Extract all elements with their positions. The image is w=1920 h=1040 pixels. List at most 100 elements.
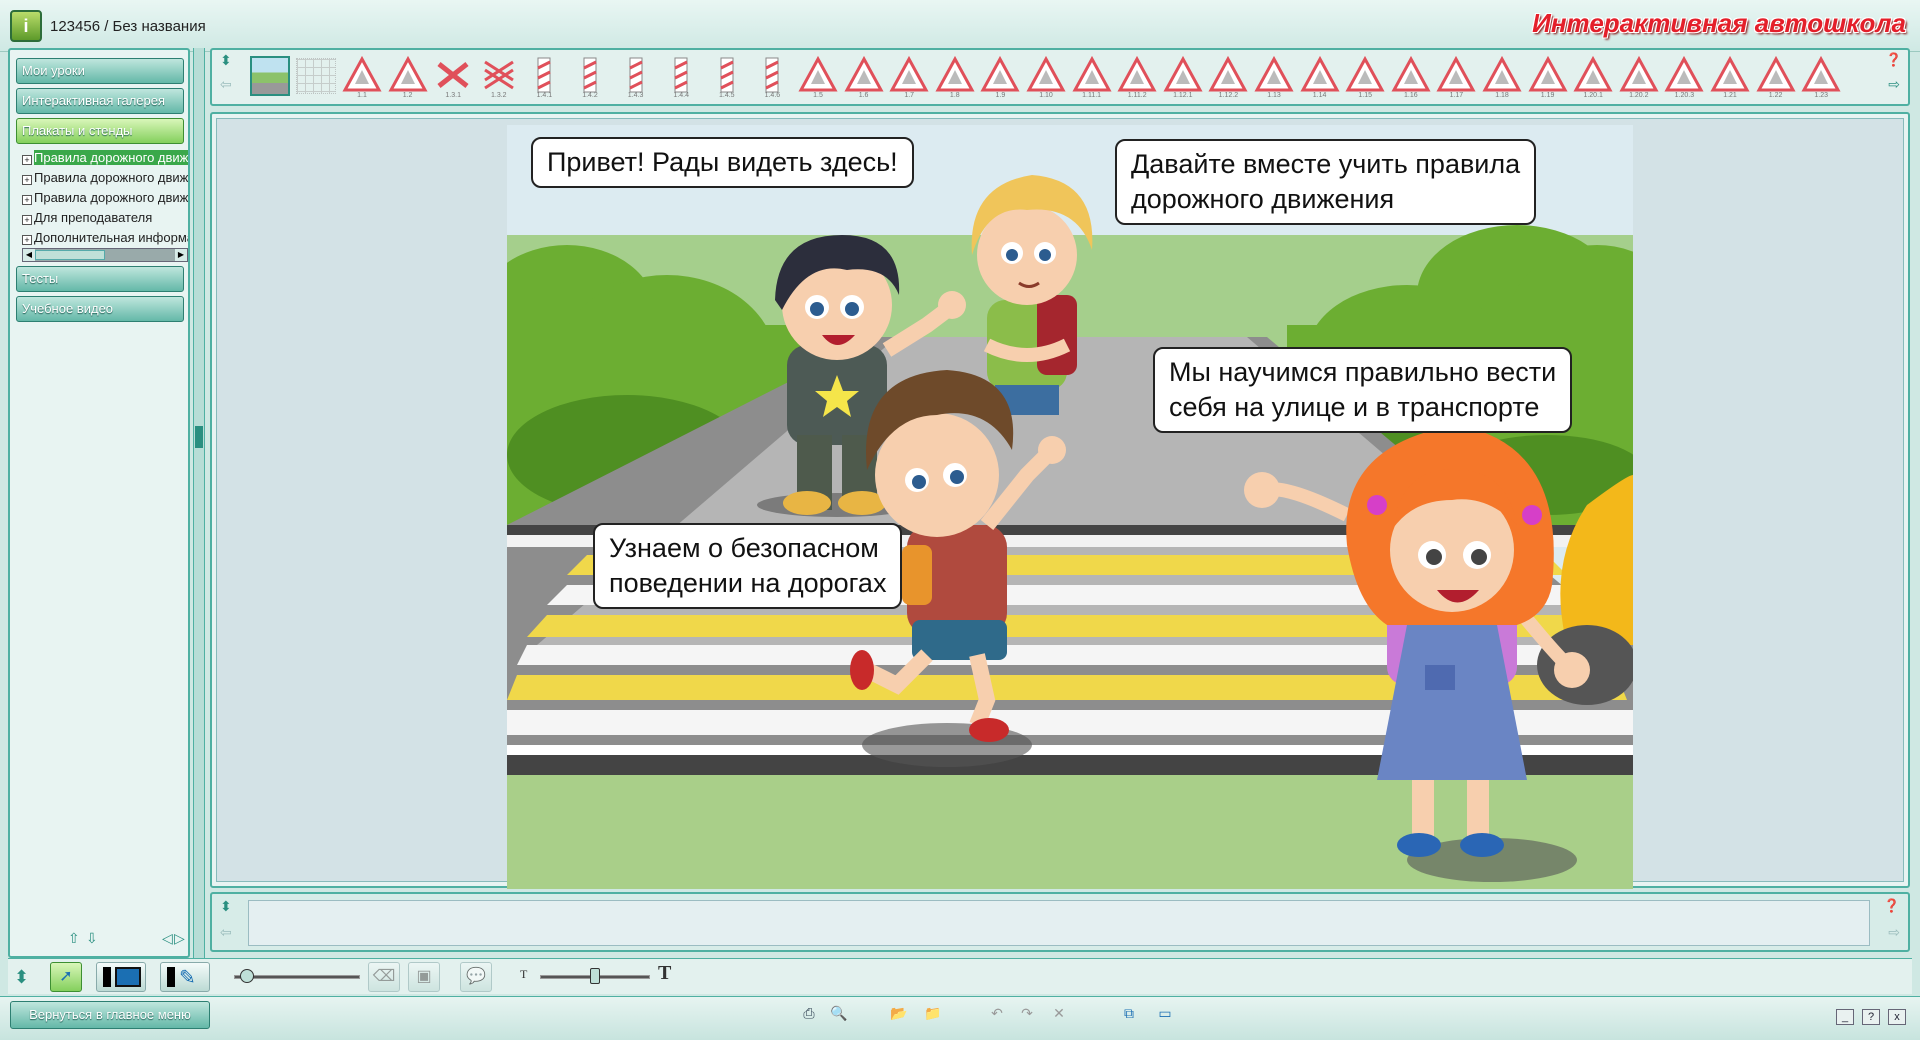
clear-button[interactable]: ▣ xyxy=(408,962,440,992)
color-fill-button[interactable] xyxy=(96,962,146,992)
eraser-button[interactable]: ⌫ xyxy=(368,962,400,992)
pointer-tool-button[interactable]: ➚ xyxy=(50,962,82,992)
warning-sign-1-11-2[interactable]: 1.11.2 xyxy=(1117,55,1157,100)
undo-icon[interactable]: ↶ xyxy=(988,1005,1006,1021)
sign-icon xyxy=(1528,55,1568,92)
warning-sign-1-4-6[interactable]: 1.4.6 xyxy=(752,56,792,100)
warning-sign-1-1[interactable]: 1.1 xyxy=(342,55,382,100)
warning-sign-1-4-2[interactable]: 1.4.2 xyxy=(570,56,610,100)
comment-button[interactable]: 💬 xyxy=(460,962,492,992)
warning-sign-1-16[interactable]: 1.16 xyxy=(1391,55,1431,100)
help-icon[interactable]: ❓ xyxy=(1886,52,1902,68)
minimize-button[interactable]: _ xyxy=(1836,1009,1854,1025)
warning-sign-1-4-1[interactable]: 1.4.1 xyxy=(524,56,564,100)
warning-sign-1-10[interactable]: 1.10 xyxy=(1026,55,1066,100)
scroll-thumb[interactable] xyxy=(35,250,105,260)
scroll-up-down-icon[interactable]: ⬍ xyxy=(220,52,232,69)
redo-icon[interactable]: ↷ xyxy=(1018,1005,1036,1021)
warning-sign-1-20-3[interactable]: 1.20.3 xyxy=(1664,55,1704,100)
help-icon[interactable]: ❓ xyxy=(1884,898,1900,914)
warning-sign-1-12-2[interactable]: 1.12.2 xyxy=(1208,55,1248,100)
menu-posters-button[interactable]: Плакаты и стенды xyxy=(16,118,184,144)
warning-sign-1-12-1[interactable]: 1.12.1 xyxy=(1163,55,1203,100)
save-folder-icon[interactable]: 📁 xyxy=(924,1005,942,1021)
slider-knob[interactable] xyxy=(590,968,600,984)
grid-thumbnail[interactable] xyxy=(296,58,336,94)
arrow-down-icon[interactable]: ⇩ xyxy=(86,930,98,947)
expand-icon[interactable]: + xyxy=(22,195,32,205)
warning-sign-1-3-1[interactable]: 1.3.1 xyxy=(433,56,473,100)
expand-icon[interactable]: + xyxy=(22,215,32,225)
menu-my-lessons-button[interactable]: Мои уроки xyxy=(16,58,184,84)
arrow-up-icon[interactable]: ⇧ xyxy=(68,930,80,947)
print-icon[interactable]: ⎙ xyxy=(800,1005,818,1021)
scroll-left-icon[interactable]: ◀ xyxy=(23,249,35,261)
menu-gallery-button[interactable]: Интерактивная галерея xyxy=(16,88,184,114)
menu-video-button[interactable]: Учебное видео xyxy=(16,296,184,322)
sign-code-label: 1.6 xyxy=(858,92,869,99)
drawing-toolbar: ⬍ ➚ ✎ ⌫ ▣ 💬 T T xyxy=(8,958,1912,994)
tree-horizontal-scrollbar[interactable]: ◀ ▶ xyxy=(22,248,188,262)
scene-thumbnail[interactable] xyxy=(250,56,290,96)
warning-sign-1-21[interactable]: 1.21 xyxy=(1710,55,1750,100)
warning-sign-1-2[interactable]: 1.2 xyxy=(388,55,428,100)
screen-icon[interactable]: ▭ xyxy=(1156,1005,1174,1021)
warning-sign-1-17[interactable]: 1.17 xyxy=(1436,55,1476,100)
warning-sign-1-8[interactable]: 1.8 xyxy=(935,55,975,100)
expand-icon[interactable]: + xyxy=(22,235,32,245)
sign-code-label: 1.8 xyxy=(949,92,960,99)
warning-sign-1-20-2[interactable]: 1.20.2 xyxy=(1619,55,1659,100)
warning-sign-1-13[interactable]: 1.13 xyxy=(1254,55,1294,100)
warning-sign-1-4-5[interactable]: 1.4.5 xyxy=(707,56,747,100)
tree-item[interactable]: +Дополнительная информация xyxy=(22,228,188,248)
scroll-up-down-icon[interactable]: ⬍ xyxy=(220,898,232,915)
warning-sign-1-6[interactable]: 1.6 xyxy=(844,55,884,100)
notes-field[interactable] xyxy=(248,900,1870,946)
warning-sign-1-9[interactable]: 1.9 xyxy=(980,55,1020,100)
warning-sign-1-19[interactable]: 1.19 xyxy=(1528,55,1568,100)
canvas-frame: Привет! Рады видеть здесь! Давайте вмест… xyxy=(210,112,1910,889)
warning-sign-1-20-1[interactable]: 1.20.1 xyxy=(1573,55,1613,100)
back-to-main-menu-button[interactable]: Вернуться в главное меню xyxy=(10,1001,210,1029)
warning-sign-1-4-4[interactable]: 1.4.4 xyxy=(661,56,701,100)
back-arrow-icon[interactable]: ⇦ xyxy=(220,924,232,941)
forward-arrow-icon[interactable]: ⇨ xyxy=(1888,924,1900,941)
warning-sign-1-23[interactable]: 1.23 xyxy=(1801,55,1841,100)
warning-sign-1-14[interactable]: 1.14 xyxy=(1300,55,1340,100)
panel-splitter[interactable] xyxy=(193,48,205,958)
warning-sign-1-11-1[interactable]: 1.11.1 xyxy=(1072,55,1112,100)
close-button[interactable]: x xyxy=(1888,1009,1906,1025)
expand-icon[interactable]: + xyxy=(22,175,32,185)
app-logo-icon[interactable]: i xyxy=(10,10,42,42)
poster-canvas[interactable]: Привет! Рады видеть здесь! Давайте вмест… xyxy=(216,118,1904,889)
tree-item[interactable]: +Правила дорожного движения xyxy=(22,168,188,188)
warning-sign-1-4-3[interactable]: 1.4.3 xyxy=(616,56,656,100)
zoom-icon[interactable]: 🔍 xyxy=(830,1005,848,1021)
sign-icon xyxy=(483,60,514,90)
warning-sign-1-3-2[interactable]: 1.3.2 xyxy=(479,56,519,100)
collapse-handle[interactable] xyxy=(195,426,203,448)
tree-item[interactable]: + Для преподавателя xyxy=(22,208,188,228)
expand-icon[interactable]: + xyxy=(22,155,32,165)
warning-sign-1-22[interactable]: 1.22 xyxy=(1756,55,1796,100)
tree-item[interactable]: +Правила дорожного движения xyxy=(22,188,188,208)
toolbar-toggle-icon[interactable]: ⬍ xyxy=(14,967,29,988)
open-folder-icon[interactable]: 📂 xyxy=(890,1005,908,1021)
warning-sign-1-5[interactable]: 1.5 xyxy=(798,55,838,100)
slider-knob[interactable] xyxy=(240,969,255,983)
tree-item[interactable]: +Правила дорожного движения xyxy=(22,148,188,168)
warning-sign-1-18[interactable]: 1.18 xyxy=(1482,55,1522,100)
forward-arrow-icon[interactable]: ⇨ xyxy=(1888,76,1900,93)
sign-code-label: 1.22 xyxy=(1768,92,1783,99)
scroll-right-icon[interactable]: ▶ xyxy=(175,249,187,261)
delete-icon[interactable]: ✕ xyxy=(1050,1005,1068,1021)
help-button[interactable]: ? xyxy=(1862,1009,1880,1025)
pen-tool-button[interactable]: ✎ xyxy=(160,962,210,992)
menu-tests-button[interactable]: Тесты xyxy=(16,266,184,292)
arrow-left-icon[interactable]: ◁ xyxy=(162,930,173,947)
layout-icon[interactable]: ⧉ xyxy=(1120,1005,1138,1021)
back-arrow-icon[interactable]: ⇦ xyxy=(220,76,232,93)
warning-sign-1-15[interactable]: 1.15 xyxy=(1345,55,1385,100)
warning-sign-1-7[interactable]: 1.7 xyxy=(889,55,929,100)
arrow-right-icon[interactable]: ▷ xyxy=(174,930,185,947)
